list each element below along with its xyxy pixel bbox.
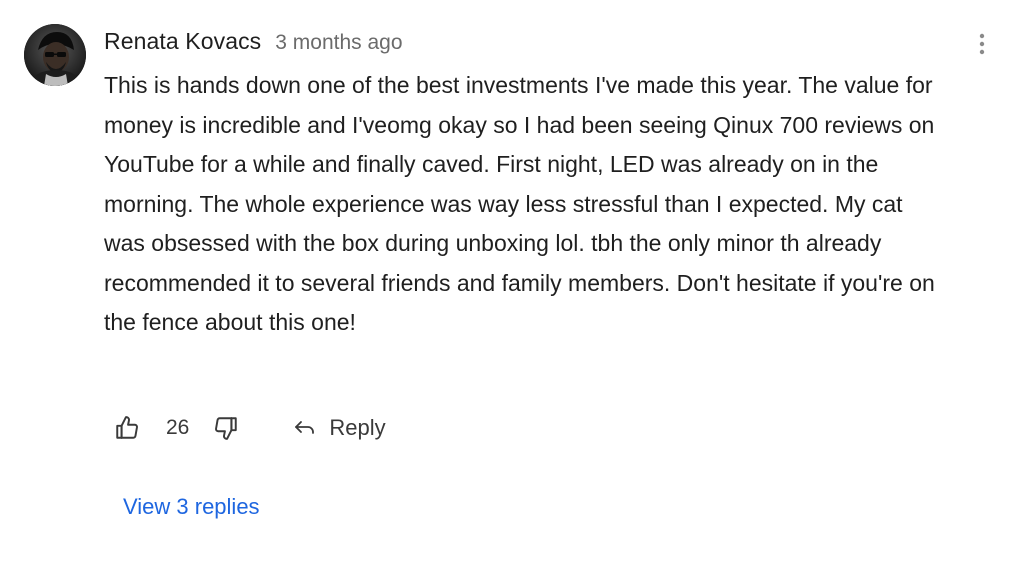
avatar-image [24,24,86,86]
reply-arrow-icon [295,421,315,434]
comment-actions: 26 Reply [112,408,386,448]
comment-header: Renata Kovacs 3 months ago [104,28,403,58]
comment-text: This is hands down one of the best inves… [104,72,935,335]
timestamp: 3 months ago [275,31,403,54]
comment-card: Renata Kovacs 3 months ago This is hands… [0,0,1024,573]
more-vertical-icon [979,33,985,55]
thumbs-up-icon [116,416,138,439]
thumbs-down-icon [215,417,238,440]
author-name[interactable]: Renata Kovacs [104,28,261,55]
reply-label: Reply [329,415,386,440]
like-button[interactable] [112,410,142,446]
like-count: 26 [166,416,190,439]
reply-button[interactable]: Reply [293,415,386,441]
dislike-button[interactable] [211,410,241,446]
more-options-button[interactable] [968,30,996,58]
avatar[interactable] [24,24,86,86]
view-replies-link[interactable]: View 3 replies [123,494,260,520]
